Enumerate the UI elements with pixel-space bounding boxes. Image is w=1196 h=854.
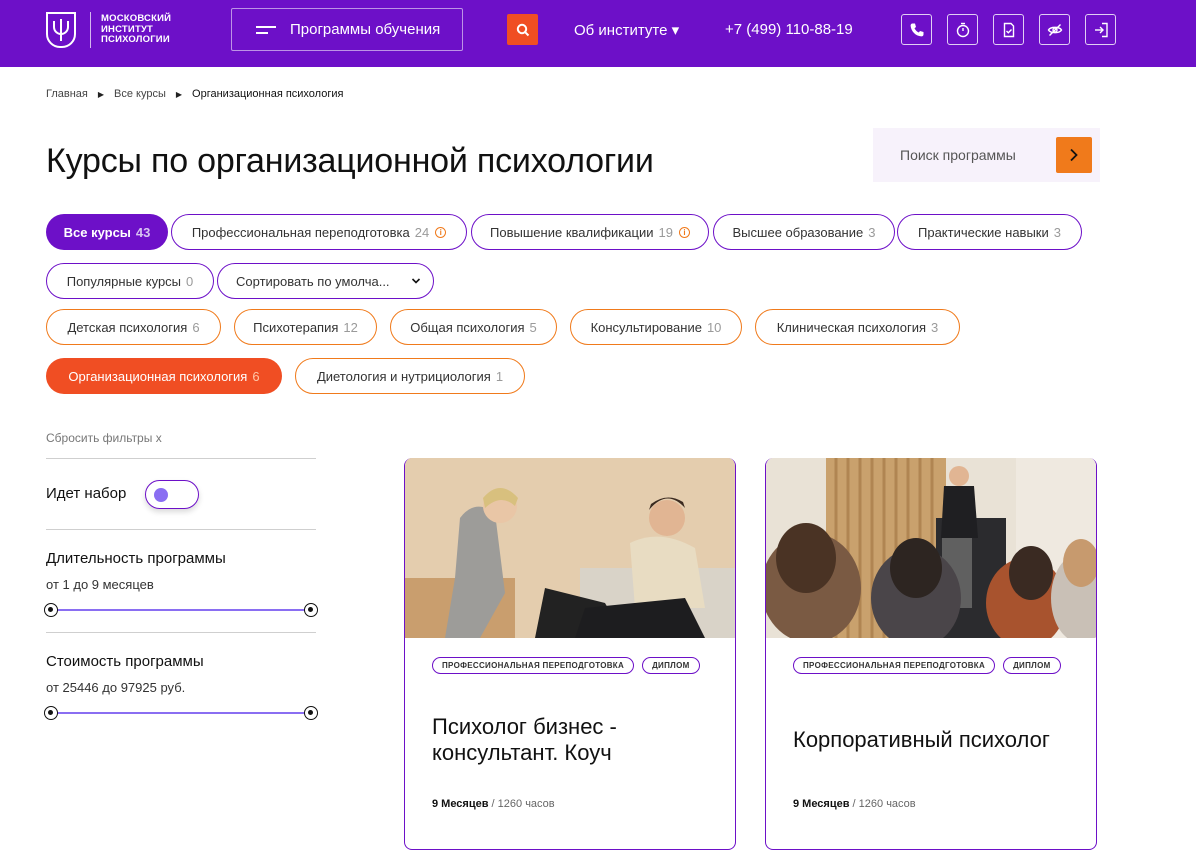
- breadcrumb-current: Организационная психология: [192, 88, 344, 100]
- document-check-icon: [1003, 22, 1014, 37]
- course-photo: [766, 458, 1096, 638]
- price-min-handle[interactable]: [44, 706, 58, 720]
- course-tag: Профессиональная переподготовка: [793, 657, 996, 674]
- breadcrumb-arrow-icon: ▶: [97, 89, 105, 99]
- breadcrumb-all-courses[interactable]: Все курсы: [114, 88, 166, 100]
- phone-link[interactable]: +7 (499) 110-88-19: [725, 21, 853, 38]
- course-tag: Диплом: [1003, 657, 1061, 674]
- course-tag: Профессиональная переподготовка: [432, 657, 635, 674]
- filter-popular-courses[interactable]: Популярные курсы 0: [46, 263, 214, 299]
- course-title[interactable]: Корпоративный психолог: [793, 727, 1083, 753]
- breadcrumb: Главная ▶ Все курсы ▶ Организационная пс…: [46, 88, 343, 100]
- duration-slider[interactable]: [44, 603, 318, 617]
- course-card[interactable]: Профессиональная переподготовка Диплом П…: [404, 458, 736, 850]
- institute-logo[interactable]: МОСКОВСКИЙ ИНСТИТУТ ПСИХОЛОГИИ: [46, 10, 186, 50]
- chevron-right-icon: [1070, 148, 1078, 162]
- topic-organizational-psychology[interactable]: Организационная психология 6: [46, 358, 282, 394]
- course-meta: 9 Месяцев / 1260 часов: [432, 798, 555, 810]
- about-institute-menu[interactable]: Об институте ▾: [574, 21, 679, 39]
- toggle-knob: [154, 488, 168, 502]
- topic-general-psychology[interactable]: Общая психология 5: [390, 309, 557, 345]
- phone-icon: [910, 23, 923, 36]
- info-icon[interactable]: i: [435, 226, 447, 238]
- topic-child-psychology[interactable]: Детская психология 6: [46, 309, 221, 345]
- filter-all-courses[interactable]: Все курсы 43: [46, 214, 168, 250]
- program-search[interactable]: Поиск программы: [873, 128, 1100, 182]
- topic-counseling[interactable]: Консультирование 10: [570, 309, 742, 345]
- topic-dietetics[interactable]: Диетология и нутрициология 1: [295, 358, 525, 394]
- duration-range: от 1 до 9 месяцев: [46, 577, 154, 592]
- search-submit-button[interactable]: [1056, 137, 1092, 173]
- divider: [46, 632, 316, 633]
- duration-min-handle[interactable]: [44, 603, 58, 617]
- reset-filters-link[interactable]: Сбросить фильтры x: [46, 431, 162, 445]
- course-title[interactable]: Психолог бизнес - консультант. Коуч: [432, 714, 722, 766]
- course-photo: [405, 458, 735, 638]
- course-meta: 9 Месяцев / 1260 часов: [793, 798, 916, 810]
- filter-professional-retraining[interactable]: Профессиональная переподготовка 24 i: [171, 214, 467, 250]
- timer-icon-button[interactable]: [947, 14, 978, 45]
- top-header: МОСКОВСКИЙ ИНСТИТУТ ПСИХОЛОГИИ Программы…: [0, 0, 1196, 67]
- course-tags: Профессиональная переподготовка Диплом: [793, 657, 1061, 674]
- psi-logo-icon: [46, 12, 76, 48]
- page-title: Курсы по организационной психологии: [46, 142, 654, 180]
- divider: [46, 529, 316, 530]
- programs-menu-button[interactable]: Программы обучения: [231, 8, 463, 51]
- course-tags: Профессиональная переподготовка Диплом: [432, 657, 700, 674]
- price-title: Стоимость программы: [46, 653, 204, 670]
- search-icon: [516, 23, 529, 36]
- price-max-handle[interactable]: [304, 706, 318, 720]
- info-icon[interactable]: i: [678, 226, 690, 238]
- eye-off-icon: [1047, 23, 1062, 36]
- timer-icon: [956, 22, 969, 37]
- duration-max-handle[interactable]: [304, 603, 318, 617]
- sort-select[interactable]: Сортировать по умолча...: [217, 263, 434, 299]
- duration-title: Длительность программы: [46, 550, 226, 567]
- price-slider[interactable]: [44, 706, 318, 720]
- price-range: от 25446 до 97925 руб.: [46, 680, 186, 695]
- filter-higher-education[interactable]: Высшее образование 3: [713, 214, 895, 250]
- topic-clinical-psychology[interactable]: Клиническая психология 3: [755, 309, 960, 345]
- document-check-icon-button[interactable]: [993, 14, 1024, 45]
- menu-icon: [256, 22, 276, 38]
- recruiting-toggle[interactable]: [145, 480, 199, 509]
- phone-icon-button[interactable]: [901, 14, 932, 45]
- divider: [46, 458, 316, 459]
- accessibility-icon-button[interactable]: [1039, 14, 1070, 45]
- filter-practical-skills[interactable]: Практические навыки 3: [897, 214, 1082, 250]
- breadcrumb-home[interactable]: Главная: [46, 88, 88, 100]
- filter-qualification[interactable]: Повышение квалификации 19 i: [471, 214, 709, 250]
- topic-psychotherapy[interactable]: Психотерапия 12: [234, 309, 377, 345]
- recruiting-label: Идет набор: [46, 485, 127, 502]
- program-search-input[interactable]: Поиск программы: [900, 147, 1056, 163]
- header-search-button[interactable]: [507, 14, 538, 45]
- breadcrumb-arrow-icon: ▶: [175, 89, 183, 99]
- login-icon-button[interactable]: [1085, 14, 1116, 45]
- course-tag: Диплом: [642, 657, 700, 674]
- login-icon: [1094, 22, 1108, 37]
- chevron-down-icon: [411, 278, 421, 284]
- course-card[interactable]: Профессиональная переподготовка Диплом К…: [765, 458, 1097, 850]
- logo-text: МОСКОВСКИЙ ИНСТИТУТ ПСИХОЛОГИИ: [101, 13, 172, 46]
